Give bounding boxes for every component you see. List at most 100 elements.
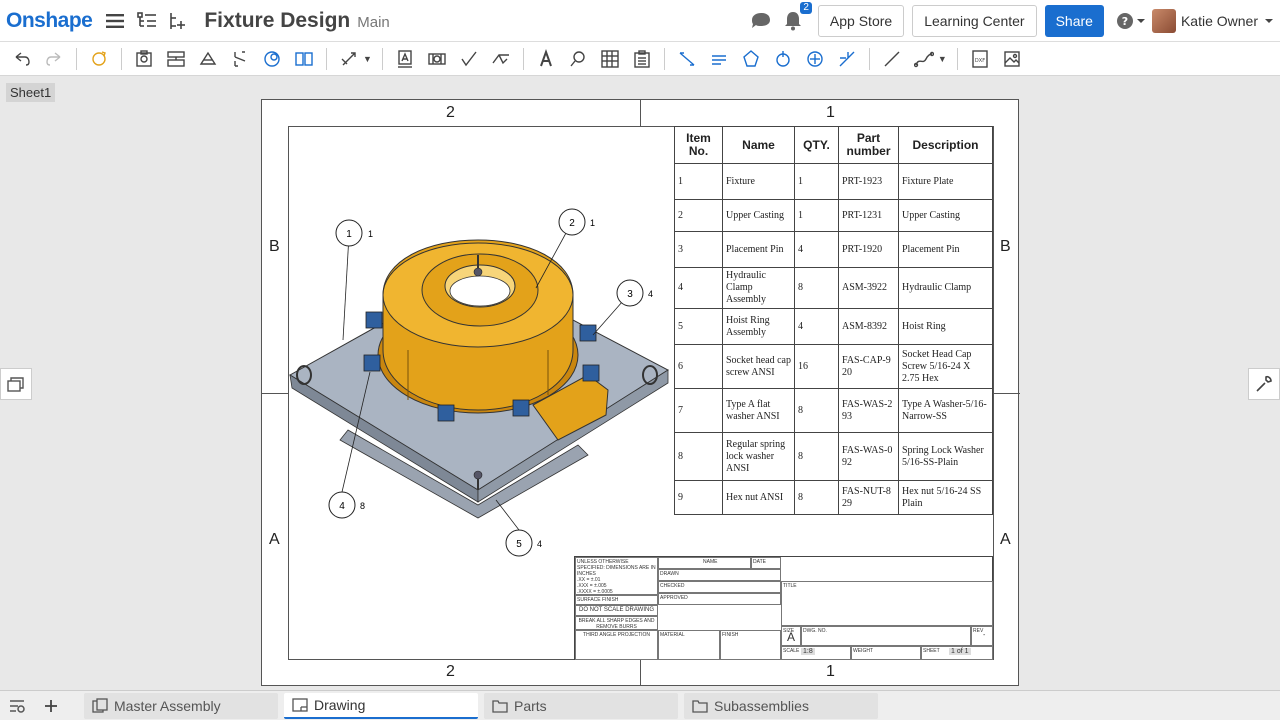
bom-cell-qty[interactable]: 8	[794, 480, 839, 515]
bom-row[interactable]: 9 Hex nut ANSI 8 FAS-NUT-829 Hex nut 5/16-24…	[674, 480, 993, 515]
bom-cell-description[interactable]: Placement Pin	[898, 231, 993, 268]
bom-cell-qty[interactable]: 4	[794, 308, 839, 345]
bom-cell-part[interactable]: ASM-8392	[838, 308, 899, 345]
menu-icon[interactable]	[102, 8, 128, 34]
undo-icon[interactable]	[8, 45, 36, 73]
bom-table-icon[interactable]	[628, 45, 656, 73]
bom-cell-qty[interactable]: 8	[794, 267, 839, 309]
crop-view-icon[interactable]	[335, 45, 363, 73]
title-block[interactable]: UNLESS OTHERWISE SPECIFIED: DIMENSIONS A…	[574, 556, 993, 660]
bom-cell-item[interactable]: 8	[674, 432, 723, 481]
bom-cell-part[interactable]: FAS-WAS-293	[838, 388, 899, 433]
bom-cell-qty[interactable]: 8	[794, 432, 839, 481]
bom-header-part[interactable]: Part number	[838, 126, 899, 164]
properties-panel-button[interactable]	[1248, 368, 1280, 400]
bom-cell-item[interactable]: 1	[674, 163, 723, 200]
note-icon[interactable]	[391, 45, 419, 73]
tab-master-assembly[interactable]: Master Assembly	[84, 692, 278, 719]
bom-row[interactable]: 5 Hoist Ring Assembly 4 ASM-8392 Hoist Ring	[674, 308, 993, 345]
bom-cell-part[interactable]: PRT-1920	[838, 231, 899, 268]
bom-cell-name[interactable]: Type A flat washer ANSI	[722, 388, 795, 433]
section-view-icon[interactable]	[226, 45, 254, 73]
weld-symbol-icon[interactable]	[487, 45, 515, 73]
bom-cell-item[interactable]: 3	[674, 231, 723, 268]
bom-header-description[interactable]: Description	[898, 126, 993, 164]
bom-row[interactable]: 4 Hydraulic Clamp Assembly 8 ASM-3922 Hydrau…	[674, 267, 993, 309]
surface-finish-icon[interactable]	[455, 45, 483, 73]
text-icon[interactable]	[532, 45, 560, 73]
notifications-icon[interactable]: 2	[780, 1, 812, 34]
bom-row[interactable]: 2 Upper Casting 1 PRT-1231 Upper Casting	[674, 199, 993, 232]
bom-cell-qty[interactable]: 8	[794, 388, 839, 433]
bom-cell-item[interactable]: 5	[674, 308, 723, 345]
user-avatar[interactable]	[1151, 8, 1176, 33]
tab-drawing[interactable]: Drawing	[284, 692, 478, 719]
bom-cell-name[interactable]: Regular spring lock washer ANSI	[722, 432, 795, 481]
sheet-tab[interactable]: Sheet1	[6, 83, 56, 102]
bom-header-name[interactable]: Name	[722, 126, 795, 164]
bom-cell-qty[interactable]: 16	[794, 344, 839, 389]
chamfer-dimension-icon[interactable]	[833, 45, 861, 73]
bom-cell-part[interactable]: PRT-1923	[838, 163, 899, 200]
bom-cell-description[interactable]: Type A Washer-5/16-Narrow-SS	[898, 388, 993, 433]
drawing-sheet[interactable]: 2 1 2 1 B A B A 1 1 2 1 3 4 4 8 5 4 Item…	[261, 99, 1020, 686]
bom-cell-part[interactable]: FAS-CAP-920	[838, 344, 899, 389]
help-icon[interactable]: ?	[1114, 8, 1148, 34]
bom-row[interactable]: 3 Placement Pin 4 PRT-1920 Placement Pin	[674, 231, 993, 268]
bom-cell-item[interactable]: 2	[674, 199, 723, 232]
document-title[interactable]: Fixture Design	[204, 9, 350, 33]
bom-cell-name[interactable]: Hoist Ring Assembly	[722, 308, 795, 345]
comments-icon[interactable]	[748, 8, 774, 34]
bom-cell-description[interactable]: Socket Head Cap Screw 5/16-24 X 2.75 Hex	[898, 344, 993, 389]
inspect-icon[interactable]	[564, 45, 592, 73]
bom-cell-description[interactable]: Spring Lock Washer 5/16-SS-Plain	[898, 432, 993, 481]
bom-cell-name[interactable]: Hex nut ANSI	[722, 480, 795, 515]
redo-icon[interactable]	[40, 45, 68, 73]
bom-cell-name[interactable]: Hydraulic Clamp Assembly	[722, 267, 795, 309]
bom-cell-qty[interactable]: 1	[794, 163, 839, 200]
chevron-down-icon[interactable]: ▼	[363, 54, 372, 64]
bom-header-item[interactable]: Item No.	[674, 126, 723, 164]
center-line-icon[interactable]	[769, 45, 797, 73]
bom-cell-name[interactable]: Placement Pin	[722, 231, 795, 268]
views-panel-button[interactable]	[0, 368, 32, 400]
insert-icon[interactable]	[164, 8, 190, 34]
dimension-icon[interactable]	[673, 45, 701, 73]
user-name[interactable]: Katie Owner	[1181, 13, 1258, 29]
add-tab-icon[interactable]	[34, 692, 68, 720]
dxf-import-icon[interactable]: DXF	[966, 45, 994, 73]
bom-cell-part[interactable]: ASM-3922	[838, 267, 899, 309]
bom-cell-description[interactable]: Upper Casting	[898, 199, 993, 232]
bom-table[interactable]: Item No. Name QTY. Part number Descripti…	[674, 126, 993, 515]
tab-subassemblies[interactable]: Subassemblies	[684, 692, 878, 719]
bom-cell-description[interactable]: Fixture Plate	[898, 163, 993, 200]
filter-tabs-icon[interactable]	[0, 692, 34, 720]
balloon-5[interactable]: 5 4	[495, 499, 542, 557]
line-icon[interactable]	[878, 45, 906, 73]
document-branch[interactable]: Main	[357, 14, 390, 31]
update-icon[interactable]	[85, 45, 113, 73]
bom-cell-part[interactable]: FAS-NUT-829	[838, 480, 899, 515]
insert-view-icon[interactable]	[130, 45, 158, 73]
onshape-logo[interactable]: Onshape	[6, 9, 93, 33]
chevron-down-icon[interactable]: ▼	[938, 54, 947, 64]
bom-cell-part[interactable]: PRT-1231	[838, 199, 899, 232]
angular-dimension-icon[interactable]	[705, 45, 733, 73]
bom-cell-item[interactable]: 9	[674, 480, 723, 515]
feature-list-icon[interactable]	[134, 8, 160, 34]
bom-row[interactable]: 8 Regular spring lock washer ANSI 8 FAS-WAS…	[674, 432, 993, 481]
bom-cell-part[interactable]: FAS-WAS-092	[838, 432, 899, 481]
bom-cell-description[interactable]: Hydraulic Clamp	[898, 267, 993, 309]
bom-cell-item[interactable]: 6	[674, 344, 723, 389]
bom-row[interactable]: 6 Socket head cap screw ANSI 16 FAS-CAP-920…	[674, 344, 993, 389]
centermark-icon[interactable]	[737, 45, 765, 73]
chevron-down-icon[interactable]	[1264, 17, 1274, 25]
bom-cell-qty[interactable]: 1	[794, 199, 839, 232]
learning-center-button[interactable]: Learning Center	[912, 4, 1037, 37]
datum-icon[interactable]	[423, 45, 451, 73]
bom-cell-name[interactable]: Socket head cap screw ANSI	[722, 344, 795, 389]
balloon-3[interactable]: 3 4	[592, 279, 653, 336]
projected-view-icon[interactable]	[162, 45, 190, 73]
tab-parts[interactable]: Parts	[484, 692, 678, 719]
auxiliary-view-icon[interactable]	[194, 45, 222, 73]
